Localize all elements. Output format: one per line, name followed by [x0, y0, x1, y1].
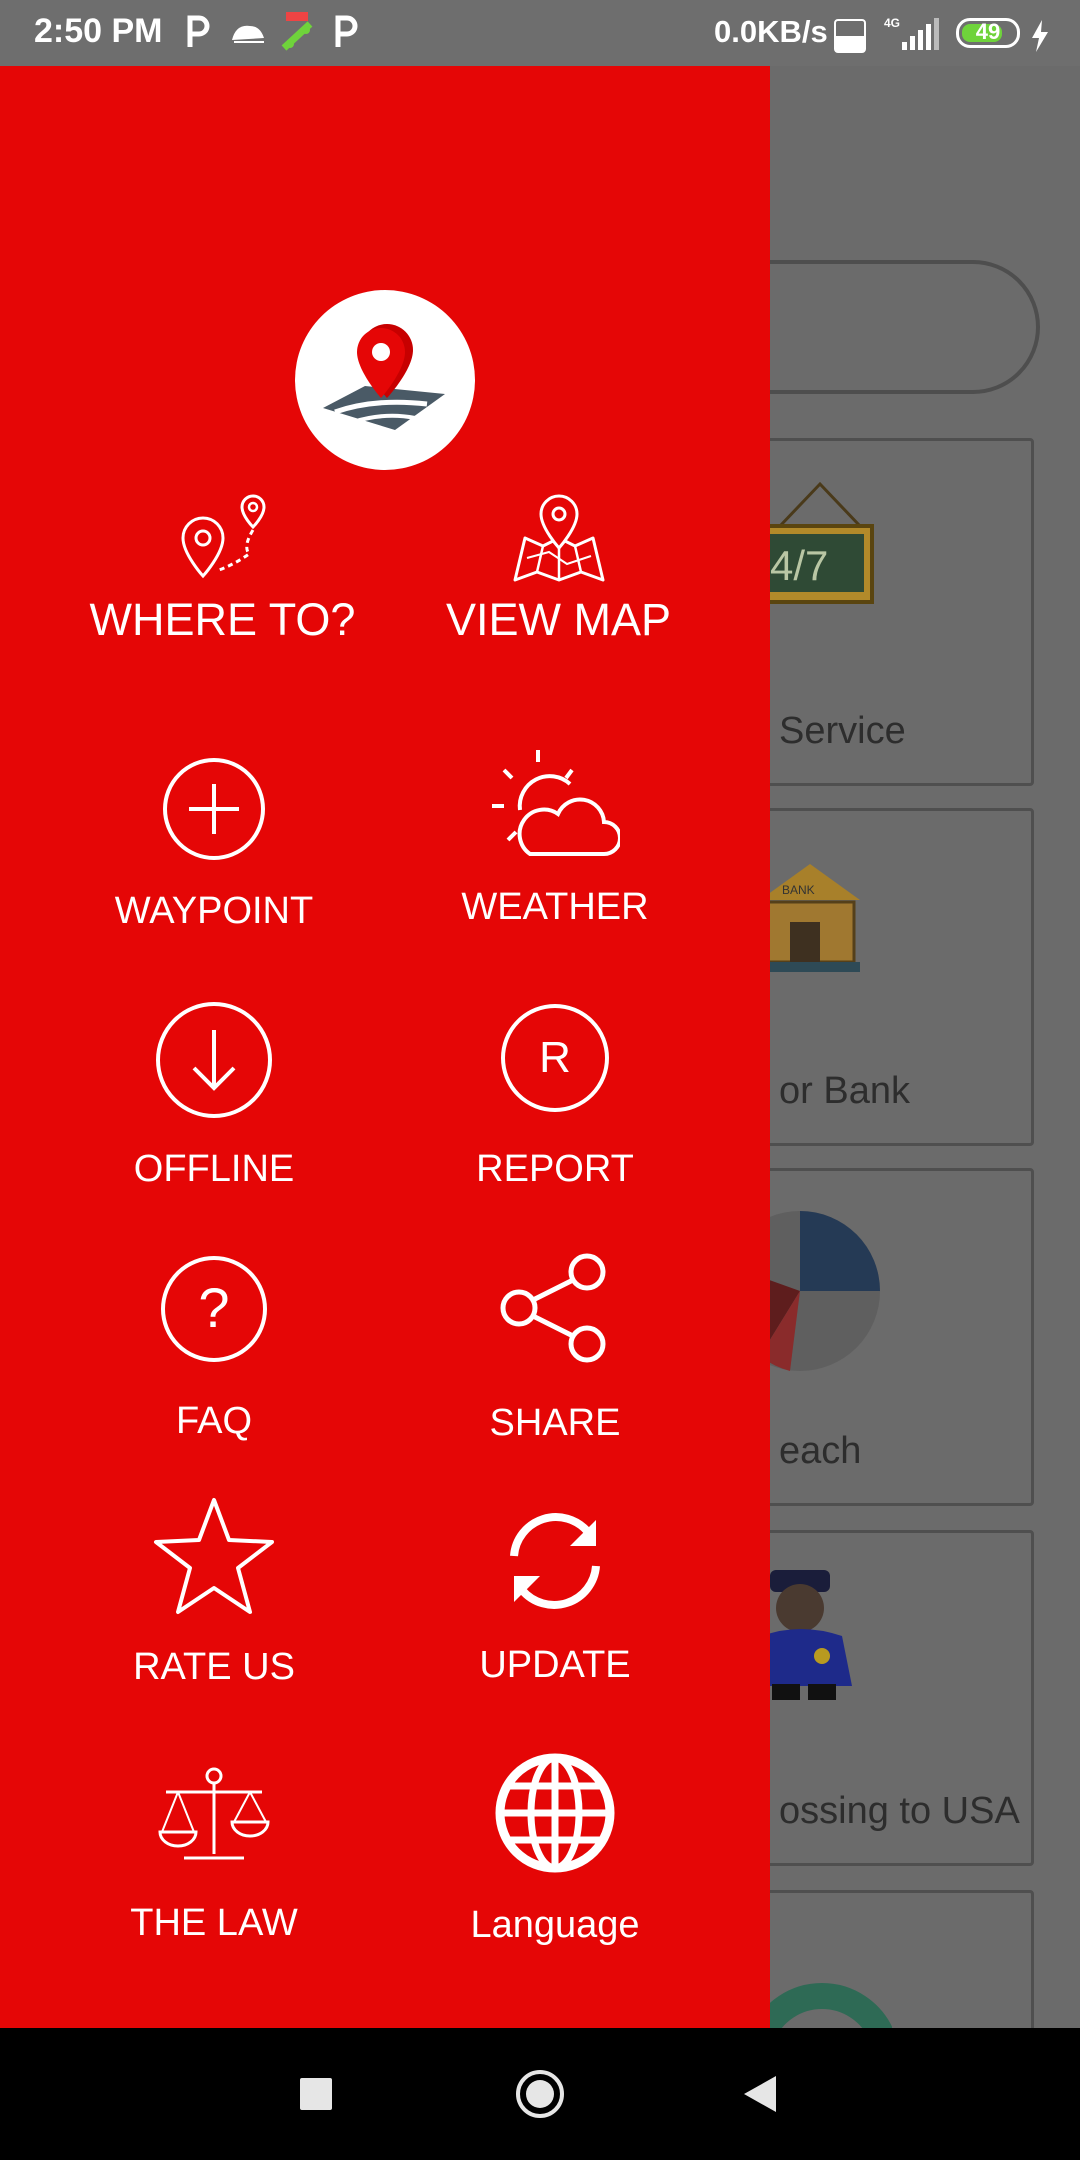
where-to-button[interactable]: WHERE TO?	[80, 494, 365, 646]
route-pin-icon	[180, 494, 266, 579]
category-label: Service	[779, 710, 906, 752]
status-bar: 2:50 PM 0.0KB/s 4G 49	[0, 0, 1080, 66]
offline-label: OFFLINE	[133, 1148, 295, 1190]
parking-p-icon	[186, 12, 212, 52]
back-triangle-icon	[744, 2076, 776, 2112]
the-law-label: THE LAW	[130, 1902, 298, 1944]
star-icon	[154, 1498, 274, 1614]
language-label: Language	[470, 1904, 640, 1946]
svg-text:BANK: BANK	[782, 883, 815, 897]
bank-icon: BANK	[760, 864, 860, 972]
cloud-fast-icon	[230, 12, 266, 52]
network-speed: 0.0KB/s	[714, 14, 828, 49]
rate-us-label: RATE US	[133, 1646, 295, 1688]
app-logo	[295, 290, 475, 470]
back-button[interactable]	[700, 2028, 820, 2160]
battery-level: 49	[975, 19, 1001, 44]
the-law-button[interactable]: THE LAW	[94, 1766, 334, 1945]
system-nav-bar	[0, 2028, 1080, 2160]
refresh-icon	[510, 1513, 600, 1609]
where-to-label: WHERE TO?	[89, 594, 356, 645]
share-icon	[500, 1253, 606, 1363]
home-circle-icon	[516, 2070, 564, 2118]
recents-square-icon	[300, 2078, 332, 2110]
view-map-button[interactable]: VIEW MAP	[420, 494, 697, 646]
navigation-drawer: WHERE TO? VIEW MAP WAYPOINT WEATHER OFFL…	[0, 66, 770, 2028]
sun-cloud-icon	[492, 750, 620, 856]
sign-text: 4/7	[770, 542, 828, 589]
share-label: SHARE	[489, 1402, 621, 1444]
category-label: each	[779, 1430, 862, 1472]
plus-circle-icon	[163, 758, 265, 860]
update-label: UPDATE	[479, 1644, 631, 1686]
recents-button[interactable]	[256, 2028, 376, 2160]
waypoint-label: WAYPOINT	[114, 890, 314, 932]
registered-circle-icon: R	[501, 1004, 609, 1112]
home-button[interactable]	[480, 2028, 600, 2160]
folded-map-icon	[513, 494, 604, 582]
weather-button[interactable]: WEATHER	[433, 750, 677, 929]
report-label: REPORT	[476, 1148, 634, 1190]
update-button[interactable]: UPDATE	[435, 1506, 675, 1687]
report-glyph: R	[539, 1033, 571, 1082]
weather-label: WEATHER	[461, 886, 649, 928]
scales-icon	[158, 1767, 270, 1860]
map-pin-logo-icon	[323, 324, 445, 430]
fake-gps-icon	[280, 12, 316, 52]
status-time: 2:50 PM	[34, 12, 163, 50]
language-button[interactable]: Language	[435, 1752, 675, 1947]
signal-4g-icon: 4G	[880, 14, 942, 54]
rate-us-button[interactable]: RATE US	[94, 1496, 334, 1689]
question-circle-icon: ?	[161, 1256, 267, 1362]
charging-bolt-icon	[1030, 16, 1050, 56]
waypoint-button[interactable]: WAYPOINT	[94, 754, 334, 933]
download-circle-icon	[156, 1002, 272, 1118]
faq-button[interactable]: ? FAQ	[94, 1254, 334, 1443]
faq-glyph: ?	[198, 1276, 229, 1339]
volte-icon	[834, 16, 866, 56]
report-button[interactable]: R REPORT	[435, 1002, 675, 1191]
globe-icon	[495, 1753, 615, 1873]
view-map-label: VIEW MAP	[445, 594, 672, 645]
partial-circle-icon	[752, 1983, 892, 2028]
battery-indicator: 49	[956, 18, 1020, 48]
svg-text:4G: 4G	[884, 16, 900, 30]
category-label: ossing to USA	[779, 1790, 1020, 1832]
share-button[interactable]: SHARE	[435, 1252, 675, 1445]
offline-button[interactable]: OFFLINE	[94, 1000, 334, 1191]
faq-label: FAQ	[175, 1400, 253, 1442]
parking-p-icon	[334, 12, 360, 52]
category-label: or Bank	[779, 1070, 910, 1112]
police-officer-icon	[752, 1570, 852, 1700]
open-24-7-sign-icon: 4/7	[760, 481, 874, 604]
